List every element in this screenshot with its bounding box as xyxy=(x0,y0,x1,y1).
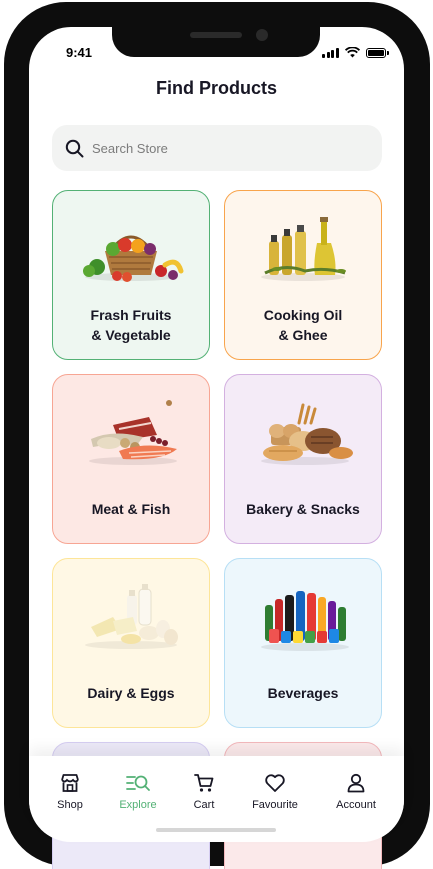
tab-label: Cart xyxy=(193,799,215,811)
page-title: Find Products xyxy=(156,78,277,98)
category-label: Beverages xyxy=(267,685,339,701)
battery-icon xyxy=(365,47,389,58)
meat-fish-image xyxy=(89,400,177,465)
tab-label: Shop xyxy=(57,799,83,811)
category-card-dairy-eggs[interactable]: Dairy & Eggs xyxy=(52,558,210,728)
bottom-tab-bar: Shop Explore Cart Favourite Account xyxy=(29,756,404,842)
home-indicator xyxy=(156,828,276,832)
beverages-image xyxy=(261,591,349,651)
tab-label: Explore xyxy=(119,799,157,811)
cart-icon xyxy=(194,774,214,792)
tab-label: Favourite xyxy=(252,799,298,811)
tab-shop[interactable]: Shop xyxy=(35,772,105,811)
heart-icon xyxy=(265,774,285,792)
status-icons xyxy=(322,47,389,58)
category-card-meat-fish[interactable]: Meat & Fish xyxy=(52,374,210,544)
cellular-signal-icon xyxy=(322,47,339,58)
tab-explore[interactable]: Explore xyxy=(103,772,173,811)
dairy-eggs-image xyxy=(85,584,178,649)
speaker xyxy=(190,32,242,38)
status-time: 9:41 xyxy=(66,45,93,60)
search-input[interactable] xyxy=(92,140,342,156)
shop-icon xyxy=(61,774,79,792)
explore-icon xyxy=(126,775,150,791)
tab-cart[interactable]: Cart xyxy=(169,772,239,811)
category-label: Cooking Oil & Ghee xyxy=(263,307,343,343)
bakery-snacks-image xyxy=(261,403,353,465)
search-icon xyxy=(65,139,84,157)
tab-favourite[interactable]: Favourite xyxy=(240,772,310,811)
wifi-icon xyxy=(344,47,360,58)
category-card-bakery-snacks[interactable]: Bakery & Snacks xyxy=(224,374,382,544)
category-label: Dairy & Eggs xyxy=(87,685,175,701)
front-camera xyxy=(256,29,268,41)
cooking-oil-image xyxy=(261,217,346,281)
category-label: Frash Fruits & Vegetable xyxy=(90,307,172,343)
category-card-beverages[interactable]: Beverages xyxy=(224,558,382,728)
tab-account[interactable]: Account xyxy=(321,772,391,811)
category-label: Meat & Fish xyxy=(91,501,171,517)
search-bar[interactable] xyxy=(52,125,382,171)
fruits-vegetables-image xyxy=(83,235,184,282)
category-label: Bakery & Snacks xyxy=(246,501,360,517)
category-card-fresh-fruits-vegetable[interactable]: Frash Fruits & Vegetable xyxy=(52,190,210,360)
account-icon xyxy=(347,773,365,793)
tab-label: Account xyxy=(336,799,376,811)
notch xyxy=(112,27,320,57)
category-card-cooking-oil-ghee[interactable]: Cooking Oil & Ghee xyxy=(224,190,382,360)
